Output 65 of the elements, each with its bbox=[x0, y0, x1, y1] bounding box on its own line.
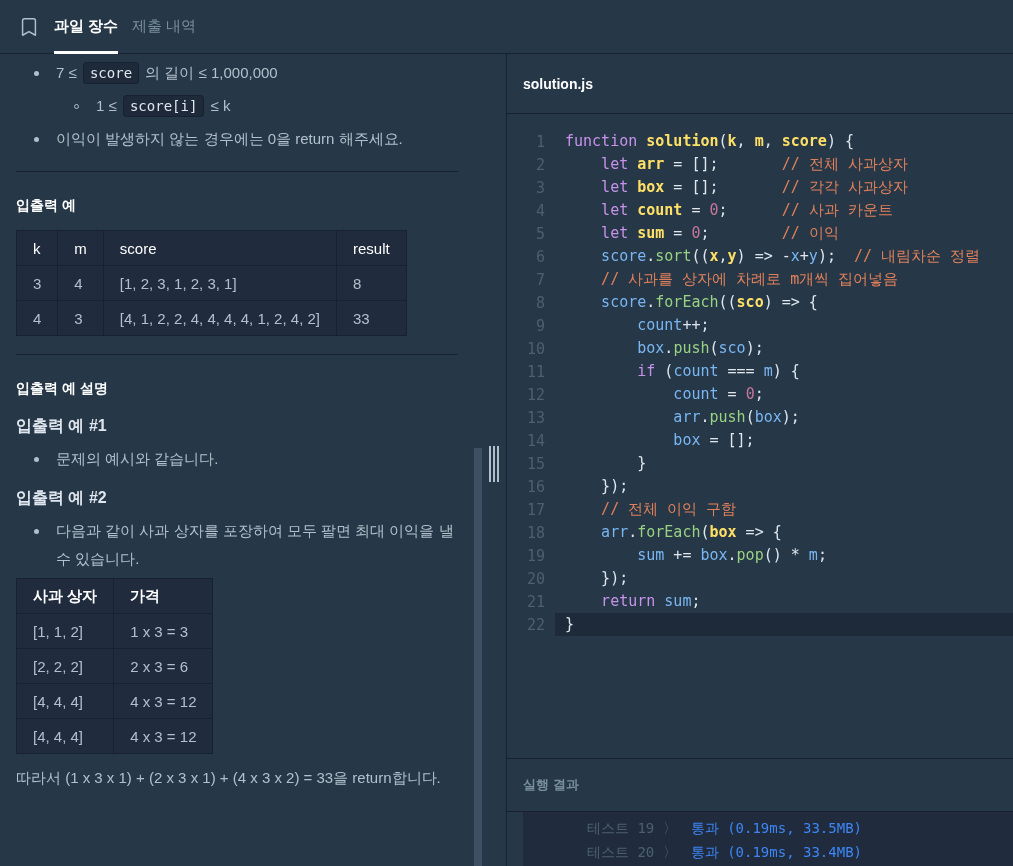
table-cell: 4 bbox=[57, 265, 104, 301]
table-cell: 8 bbox=[336, 265, 407, 301]
code-line: }); bbox=[600, 568, 630, 589]
table-cell: [4, 4, 4] bbox=[16, 718, 114, 754]
code-line: box = []; bbox=[672, 430, 756, 451]
table-cell: 3 bbox=[16, 265, 58, 301]
code-line: let arr = []; // 전체 사과상자 bbox=[600, 154, 909, 175]
code-line: let sum = 0; // 이익 bbox=[600, 223, 840, 244]
example-heading: 입출력 예 #1 bbox=[16, 416, 108, 436]
code-line: let count = 0; // 사과 카운트 bbox=[600, 200, 894, 221]
table-cell: [1, 2, 3, 1, 2, 3, 1] bbox=[103, 265, 337, 301]
bullet-text: 1 ≤ score[i] ≤ k bbox=[96, 97, 231, 114]
paragraph-text: 따라서 (1 x 3 x 1) + (2 x 3 x 1) + (4 x 3 x 2) = 33을 return합니다. bbox=[16, 768, 442, 788]
table-cell: [4, 4, 4] bbox=[16, 683, 114, 719]
code-line: box.push(sco); bbox=[636, 338, 765, 359]
file-name: solution.js bbox=[523, 75, 593, 92]
test-result: 통과 (0.19ms, 33.4MB) bbox=[690, 843, 862, 862]
bullet-icon bbox=[34, 457, 39, 462]
table-cell: 3 bbox=[57, 300, 104, 336]
code-line: let box = []; // 각각 사과상자 bbox=[600, 177, 909, 198]
section-heading: 입출력 예 bbox=[16, 196, 77, 215]
test-result: 통과 (0.19ms, 33.5MB) bbox=[690, 819, 862, 838]
tab[interactable]: 제출 내역 bbox=[132, 0, 197, 54]
bullet-icon bbox=[34, 71, 39, 76]
code-line: count++; bbox=[636, 315, 711, 336]
table-header-cell: m bbox=[57, 230, 104, 266]
results-title: 실행 결과 bbox=[523, 776, 579, 794]
code-line: // 전체 이익 구함 bbox=[600, 499, 738, 520]
example-heading: 입출력 예 #2 bbox=[16, 488, 108, 508]
bullet-text: 문제의 예시와 같습니다. bbox=[56, 450, 219, 467]
table-cell: 2 x 3 = 6 bbox=[113, 648, 213, 684]
code-line: // 사과를 상자에 차례로 m개씩 집어넣음 bbox=[600, 269, 900, 290]
table-header-cell: score bbox=[103, 230, 337, 266]
code-line: function solution(k, m, score) { bbox=[564, 131, 855, 152]
table-header-cell: 가격 bbox=[113, 578, 213, 614]
bullet-icon bbox=[34, 529, 39, 534]
tab[interactable]: 과일 장수 bbox=[54, 0, 119, 54]
code-line: }); bbox=[600, 476, 630, 497]
code-line: arr.forEach(box => { bbox=[600, 522, 783, 543]
bullet-text: 7 ≤ score 의 길이 ≤ 1,000,000 bbox=[56, 64, 278, 81]
table-header-cell: 사과 상자 bbox=[16, 578, 114, 614]
section-heading: 입출력 예 설명 bbox=[16, 379, 109, 398]
code-line: score.forEach((sco) => { bbox=[600, 292, 819, 313]
table-cell: 4 bbox=[16, 300, 58, 336]
table-cell: [2, 2, 2] bbox=[16, 648, 114, 684]
code-line: return sum; bbox=[600, 591, 702, 612]
bullet-text: 다음과 같이 사과 상자를 포장하여 모두 팔면 최대 이익을 낼 수 있습니다. bbox=[56, 522, 454, 567]
code-line: score.sort((x,y) => -x+y); // 내림차순 정렬 bbox=[600, 246, 982, 267]
table-cell: [1, 1, 2] bbox=[16, 613, 114, 649]
bullet-icon bbox=[34, 137, 39, 142]
table-cell: 1 x 3 = 3 bbox=[113, 613, 213, 649]
table-cell: 4 x 3 = 12 bbox=[113, 718, 213, 754]
code-line: if (count === m) { bbox=[636, 361, 801, 382]
table-header-cell: result bbox=[336, 230, 407, 266]
table-header-cell: k bbox=[16, 230, 58, 266]
code-line: } bbox=[636, 453, 648, 474]
table-cell: [4, 1, 2, 2, 4, 4, 4, 4, 1, 2, 4, 2] bbox=[103, 300, 337, 336]
code-line: sum += box.pop() * m; bbox=[636, 545, 828, 566]
resize-handle-icon[interactable] bbox=[489, 446, 499, 482]
table-cell: 4 x 3 = 12 bbox=[113, 683, 213, 719]
scrollbar-thumb[interactable] bbox=[474, 448, 482, 866]
bullet-text: 이익이 발생하지 않는 경우에는 0을 return 해주세요. bbox=[56, 130, 403, 147]
code-line: count = 0; bbox=[672, 384, 765, 405]
table-cell: 33 bbox=[336, 300, 407, 336]
code-line: arr.push(box); bbox=[672, 407, 801, 428]
